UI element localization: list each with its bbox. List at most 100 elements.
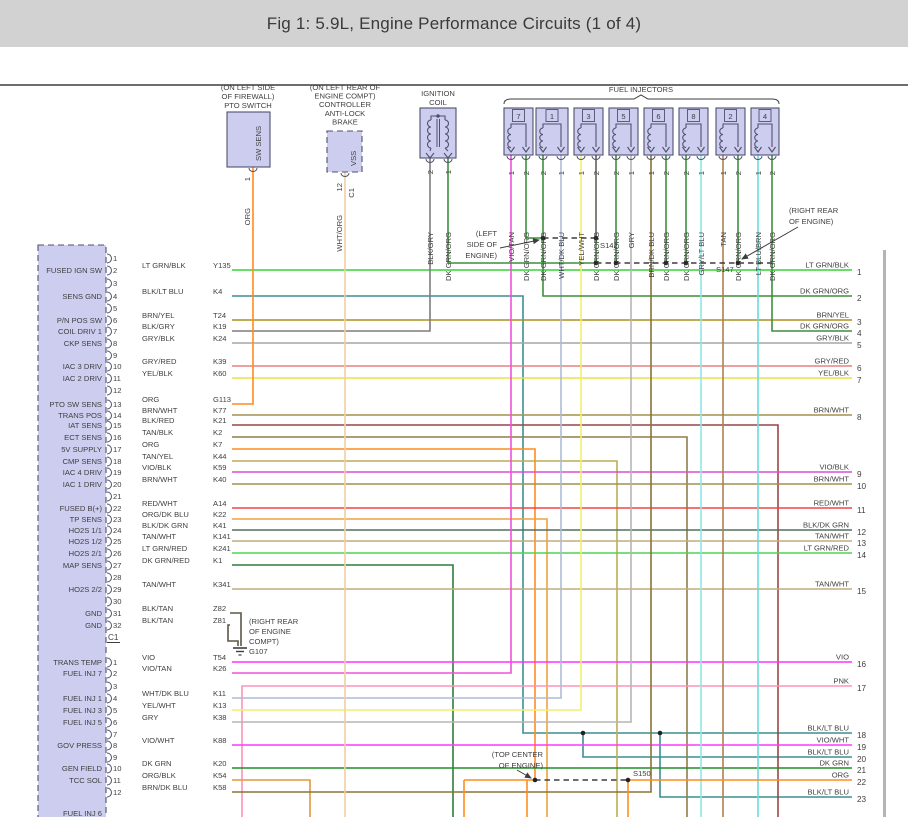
pin-number: 2 (662, 171, 671, 175)
injector-number: 4 (763, 112, 767, 121)
circuit-number: K60 (213, 369, 227, 378)
pcm-pin-label: ECT SENS (64, 433, 102, 442)
splice-label: S150 (633, 769, 651, 778)
edge-wire-label: GRY/RED (815, 357, 850, 366)
wire-color-label: YEL/WHT (577, 232, 586, 266)
circuit-number: K19 (213, 322, 227, 331)
wire-color-label: BRN/DK BLU (647, 232, 656, 278)
circuit-number: K21 (213, 416, 227, 425)
edge-wire-number: 7 (857, 376, 862, 385)
wire-color-label: DK GRN/ORG (662, 232, 671, 281)
wire-color-label: VIO/TAN (142, 664, 172, 673)
pcm-pin-label: HO2S 1/1 (69, 526, 102, 535)
pin-number: 29 (113, 585, 121, 594)
edge-wire-label: BRN/WHT (814, 406, 850, 415)
wire-color-label: YEL/BLK (142, 369, 173, 378)
location-note: (RIGHT REAR (789, 206, 839, 215)
pcm-pin-label: IAC 3 DRIV (63, 362, 103, 371)
pin-number: 12 (113, 386, 121, 395)
pcm-pin-label: FUEL INJ 3 (63, 706, 102, 715)
pin-arc (107, 573, 111, 582)
pcm-pin-label: FUEL INJ 7 (63, 669, 102, 678)
pin-number: 5 (113, 304, 117, 313)
wire-ORG (232, 167, 253, 404)
pin-arc (107, 549, 112, 558)
pin-number: 17 (113, 445, 121, 454)
pin-number: 18 (113, 457, 121, 466)
wire-color-label: LT GRN/RED (142, 544, 188, 553)
injector-number: 2 (728, 112, 732, 121)
pin-number: 2 (426, 170, 435, 174)
location-note: (LEFT (476, 229, 497, 238)
page-title: Fig 1: 5.9L, Engine Performance Circuits… (267, 14, 642, 34)
wire-color-label: BLK/LT BLU (142, 287, 184, 296)
pcm-pin-label: FUEL INJ 5 (63, 718, 102, 727)
injector-number: 7 (516, 112, 520, 121)
wire-ORG (232, 449, 535, 780)
note-arrow (500, 240, 539, 248)
coil-junction-dot (436, 114, 440, 118)
wire-BLK-LT-BLU (232, 296, 852, 733)
pin-arc (107, 694, 112, 703)
edge-wire-label: DK GRN (819, 759, 849, 768)
wire-color-label: GRY (142, 713, 158, 722)
pin-number: 9 (113, 753, 117, 762)
edge-wire-label: BLK/LT BLU (807, 748, 849, 757)
wire-color-label: RED/WHT (142, 499, 178, 508)
pcm-pin-label: CMP SENS (62, 457, 102, 466)
edge-wire-label: TAN/WHT (815, 532, 849, 541)
pin-arc (107, 292, 112, 301)
pin-arc (107, 266, 112, 275)
pcm-pin-label: GEN FIELD (62, 764, 103, 773)
pin-arc (107, 279, 112, 288)
pcm-pin-label: IAC 1 DRIV (63, 480, 103, 489)
pin-number: 5 (113, 706, 117, 715)
edge-wire-number: 3 (857, 318, 862, 327)
pin-number: 30 (113, 597, 121, 606)
pcm-pin-label: COIL DRIV 1 (58, 327, 102, 336)
pin-number: 4 (113, 694, 117, 703)
wire-BRN-DK-BLU (232, 155, 651, 792)
pcm-pin-label: MAP SENS (63, 561, 102, 570)
edge-wire-label: ORG (832, 771, 849, 780)
edge-wire-label: LT GRN/RED (804, 544, 850, 553)
pin-arc (107, 339, 112, 348)
pcm-pin-label: TP SENS (70, 515, 102, 524)
scrollbar-track[interactable] (883, 250, 886, 817)
edge-wire-number: 2 (857, 294, 862, 303)
pin-number: 27 (113, 561, 121, 570)
pin-arc (107, 730, 112, 739)
pin-number: 23 (113, 515, 121, 524)
wire-color-label: BLK/GRY (426, 232, 435, 265)
circuit-number: K40 (213, 475, 227, 484)
edge-wire-number: 15 (857, 587, 867, 596)
fuel-injectors-title: FUEL INJECTORS (609, 85, 673, 94)
pin-arc (107, 400, 112, 409)
pin-number: 1 (627, 171, 636, 175)
circuit-number: K241 (213, 544, 231, 553)
wiring-diagram-page: 12FUSED IGN SWLT GRN/BLKY13534SENS GNDBL… (0, 0, 908, 817)
pin-arc (107, 537, 112, 546)
wire-color-label: BRN/WHT (142, 475, 178, 484)
pin-arc (107, 374, 112, 383)
pin-arc (107, 254, 112, 263)
fuel-injectors-bracket (504, 95, 779, 104)
pin-arc (107, 718, 112, 727)
pto-header: (ON LEFT SIDE (221, 83, 275, 92)
edge-wire-label: BRN/WHT (814, 475, 850, 484)
title-bar: Fig 1: 5.9L, Engine Performance Circuits… (0, 0, 908, 47)
pcm-pin-label: GND (85, 609, 102, 618)
vss-label: VSS (349, 151, 358, 166)
wire-color-label: TAN/WHT (142, 580, 176, 589)
pin-arc (107, 445, 112, 454)
pin-arc (107, 433, 112, 442)
pcm-pin-label-partial: FUEL INJ 6 (63, 809, 102, 817)
ground-note: (RIGHT REAR (249, 617, 299, 626)
edge-wire-label: BLK/DK GRN (803, 521, 849, 530)
edge-wire-number: 4 (857, 329, 862, 338)
pin-number: 11 (113, 776, 121, 785)
circuit-number: K54 (213, 771, 227, 780)
edge-wire-number: 16 (857, 660, 867, 669)
edge-wire-number: 10 (857, 482, 867, 491)
circuit-number: K4 (213, 287, 222, 296)
